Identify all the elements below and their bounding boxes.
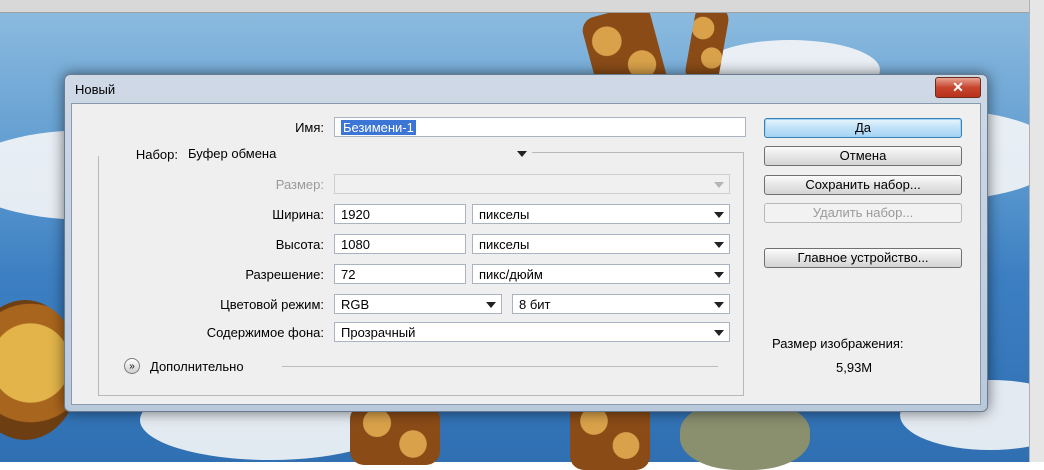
width-unit-select[interactable]: пикселы bbox=[472, 204, 730, 224]
preset-label: Набор: bbox=[102, 147, 182, 162]
app-right-frame bbox=[1029, 0, 1044, 462]
width-unit-value: пикселы bbox=[479, 207, 530, 222]
name-label: Имя: bbox=[295, 120, 324, 135]
save-preset-button[interactable]: Сохранить набор... bbox=[764, 175, 962, 195]
color-mode-value: RGB bbox=[341, 297, 370, 312]
size-label: Размер: bbox=[275, 177, 324, 192]
height-unit-select[interactable]: пикселы bbox=[472, 234, 730, 254]
resolution-value: 72 bbox=[341, 267, 356, 282]
ok-button[interactable]: Да bbox=[764, 118, 962, 138]
name-input[interactable]: Безимени-1 bbox=[334, 117, 746, 137]
chevron-double-down-icon[interactable]: » bbox=[124, 358, 140, 374]
preset-select[interactable]: Буфер обмена bbox=[182, 144, 532, 164]
color-mode-label: Цветовой режим: bbox=[220, 297, 324, 312]
size-select bbox=[334, 174, 730, 194]
name-value: Безимени-1 bbox=[341, 120, 416, 135]
close-button[interactable]: ✕ bbox=[935, 77, 981, 98]
bit-depth-select[interactable]: 8 бит bbox=[512, 294, 730, 314]
image-size-value: 5,93M bbox=[836, 360, 873, 375]
preset-value: Буфер обмена bbox=[188, 146, 277, 161]
device-central-button[interactable]: Главное устройство... bbox=[764, 248, 962, 268]
advanced-divider bbox=[282, 366, 718, 367]
advanced-toggle-label[interactable]: Дополнительно bbox=[150, 359, 244, 374]
width-value: 1920 bbox=[341, 207, 370, 222]
close-icon: ✕ bbox=[952, 79, 964, 95]
chevron-down-icon bbox=[714, 272, 724, 278]
width-label: Ширина: bbox=[272, 207, 324, 222]
chevron-down-icon bbox=[714, 302, 724, 308]
background-label: Содержимое фона: bbox=[206, 325, 324, 340]
dialog-titlebar[interactable]: Новый ✕ bbox=[65, 75, 987, 101]
chevron-down-icon bbox=[714, 330, 724, 336]
resolution-unit-value: пикс/дюйм bbox=[479, 267, 543, 282]
height-unit-value: пикселы bbox=[479, 237, 530, 252]
background-select[interactable]: Прозрачный bbox=[334, 322, 730, 342]
chevron-down-icon bbox=[486, 302, 496, 308]
bit-depth-value: 8 бит bbox=[519, 297, 551, 312]
new-document-dialog: Новый ✕ Имя: Безимени-1 Набор: Буфер обм… bbox=[64, 74, 988, 412]
resolution-label: Разрешение: bbox=[245, 267, 324, 282]
chevron-down-icon bbox=[714, 242, 724, 248]
chevron-down-icon bbox=[714, 182, 724, 188]
dialog-body: Имя: Безимени-1 Набор: Буфер обмена Разм… bbox=[71, 103, 981, 405]
background-value: Прозрачный bbox=[341, 325, 416, 340]
resolution-unit-select[interactable]: пикс/дюйм bbox=[472, 264, 730, 284]
chevron-down-icon bbox=[517, 151, 527, 157]
delete-preset-button: Удалить набор... bbox=[764, 203, 962, 223]
image-size-label: Размер изображения: bbox=[772, 336, 904, 351]
height-input[interactable]: 1080 bbox=[334, 234, 466, 254]
color-mode-select[interactable]: RGB bbox=[334, 294, 502, 314]
width-input[interactable]: 1920 bbox=[334, 204, 466, 224]
resolution-input[interactable]: 72 bbox=[334, 264, 466, 284]
app-top-strip bbox=[0, 0, 1044, 13]
dialog-title: Новый bbox=[75, 82, 116, 97]
chevron-down-icon bbox=[714, 212, 724, 218]
height-value: 1080 bbox=[341, 237, 370, 252]
height-label: Высота: bbox=[275, 237, 324, 252]
cancel-button[interactable]: Отмена bbox=[764, 146, 962, 166]
